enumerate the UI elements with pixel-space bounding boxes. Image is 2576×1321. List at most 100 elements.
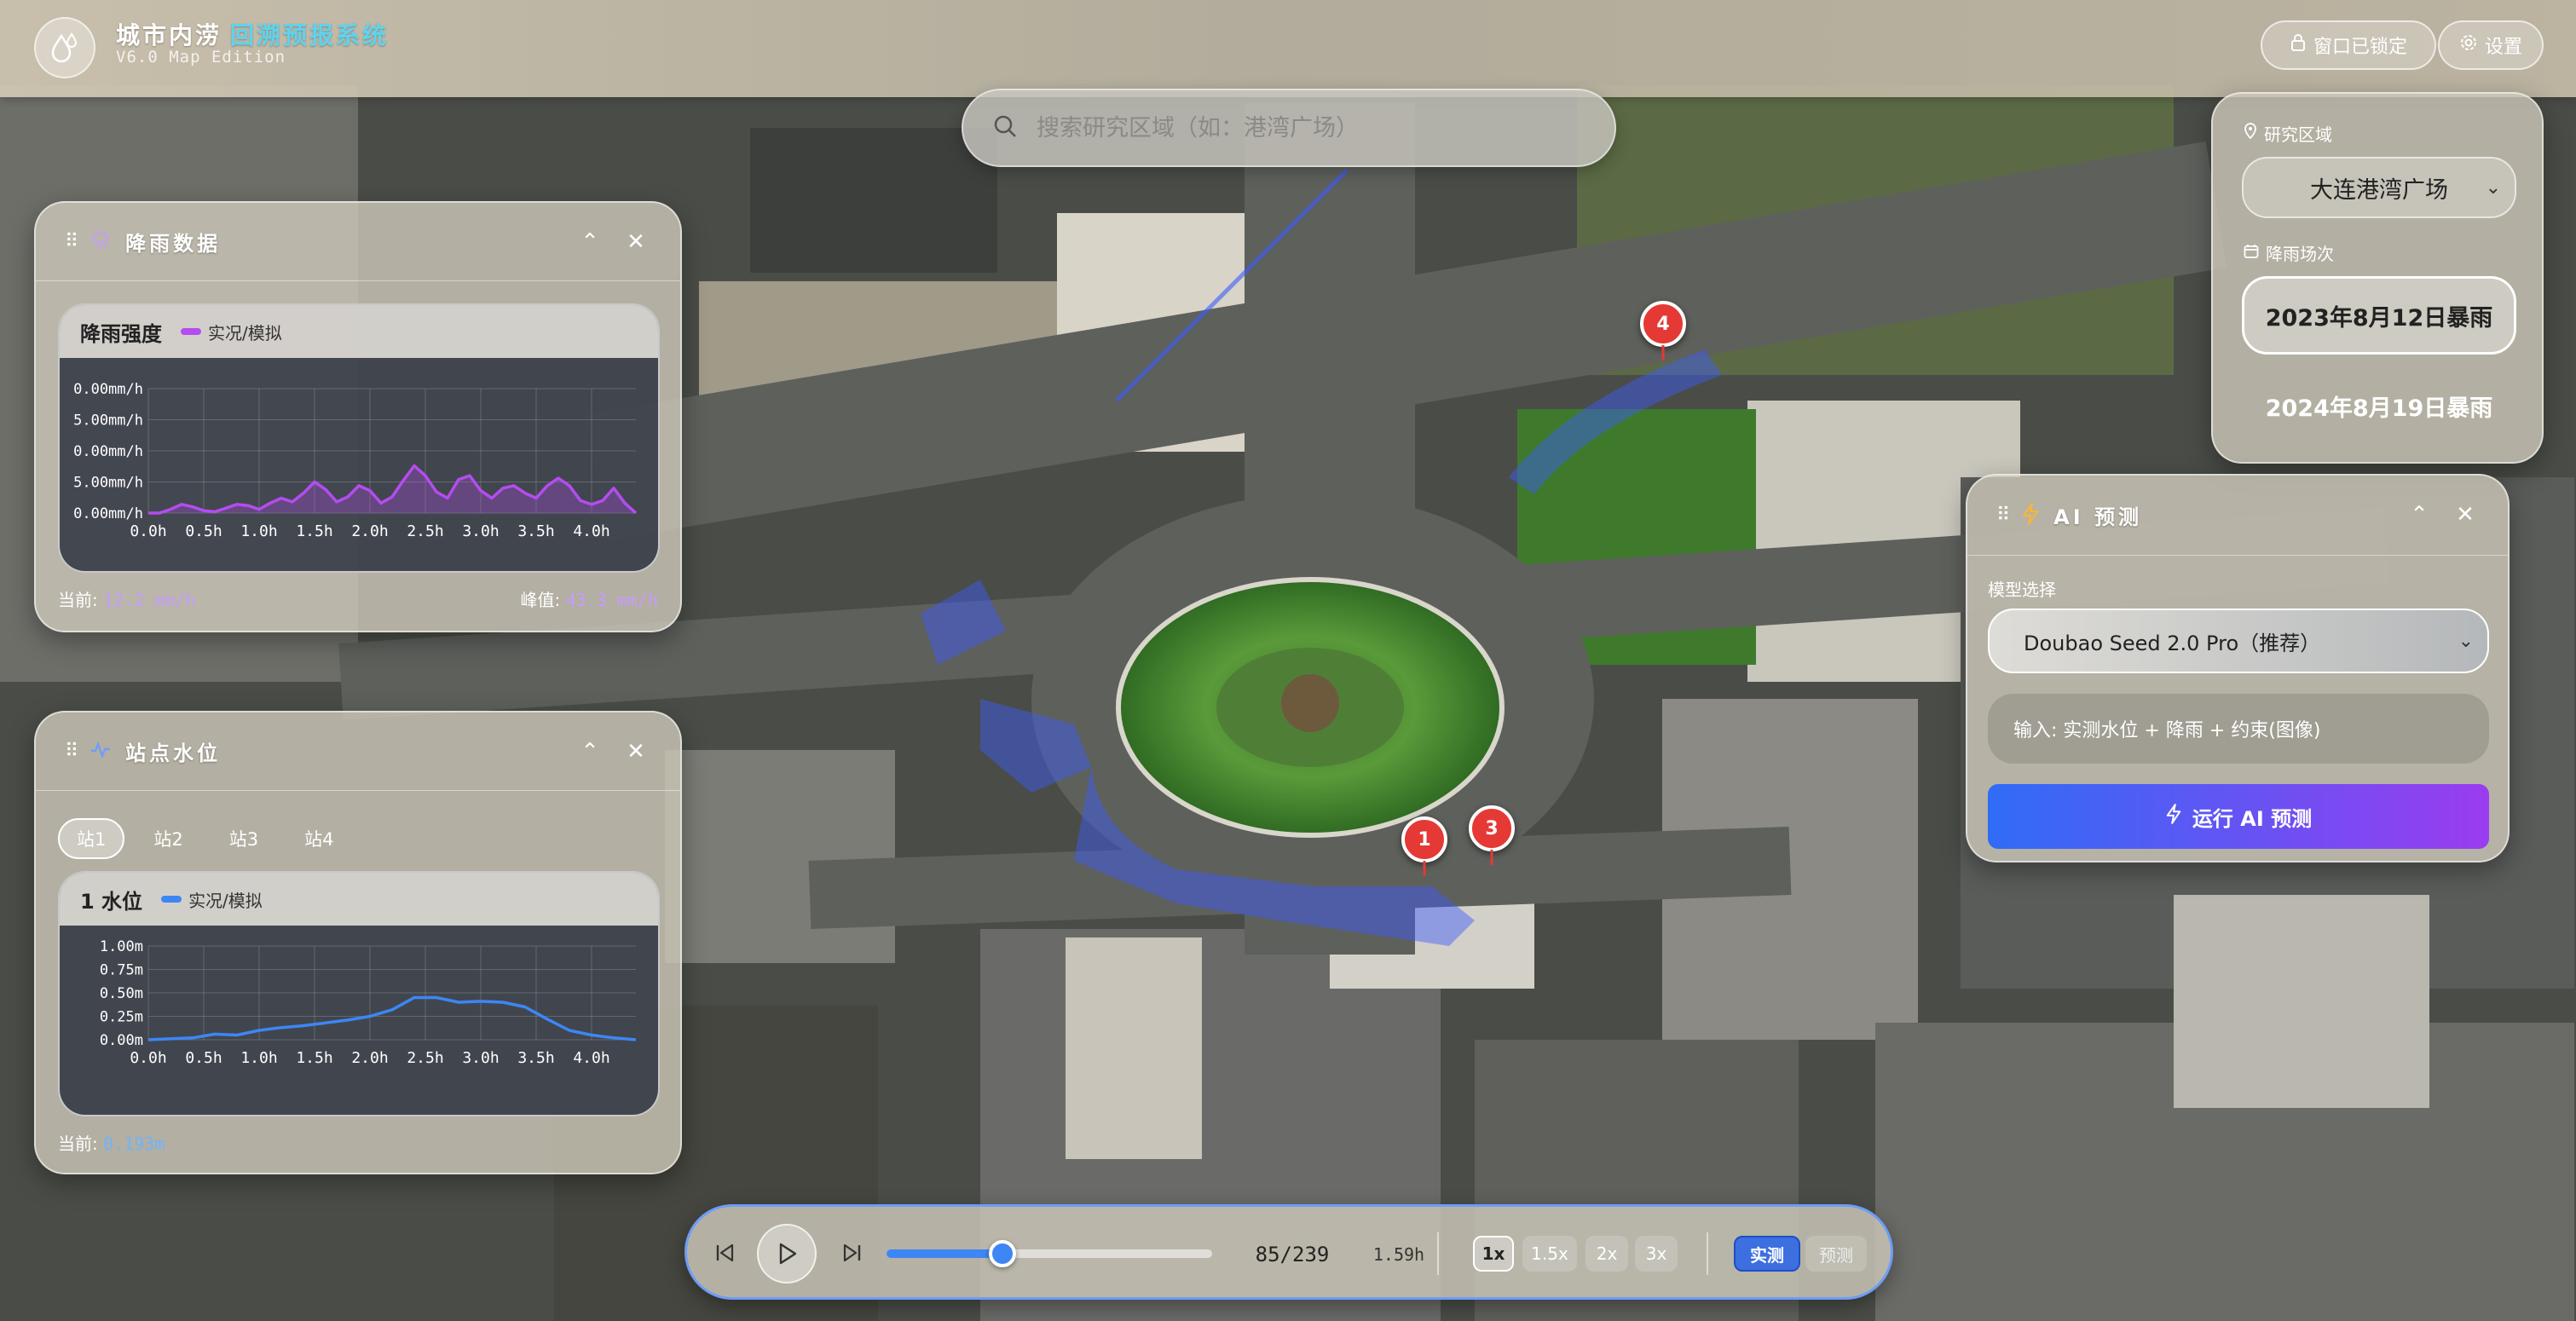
tab-station-1[interactable]: 站1 xyxy=(58,818,125,859)
region-event-panel: 研究区域 大连港湾广场 ⌄ 降雨场次 2023年8月12日暴雨 2024年8月1… xyxy=(2211,92,2544,464)
x-tick-label: 2.0h xyxy=(351,522,388,540)
model-input-description: 输入: 实测水位 + 降雨 + 约束(图像) xyxy=(1988,694,2489,764)
chevron-down-icon: ⌄ xyxy=(2485,176,2501,199)
rain-chart-title: 降雨强度 xyxy=(80,321,162,346)
drag-handle-icon[interactable]: ⠿ xyxy=(65,741,78,762)
series-area xyxy=(148,465,636,513)
station-panel-header[interactable]: ⠿ 站点水位 ⌃ ✕ xyxy=(36,712,680,791)
x-tick-label: 0.5h xyxy=(185,522,222,540)
water-current-readout: 当前: 0.193m xyxy=(58,1130,165,1155)
app-header: 城市内涝 回溯预报系统 V6.0 Map Edition 窗口已锁定 设置 xyxy=(0,0,2576,97)
drag-handle-icon[interactable]: ⠿ xyxy=(65,231,78,252)
y-tick-label: 0.00mm/h xyxy=(73,443,143,460)
rain-current-label: 当前: xyxy=(58,590,98,610)
speed-1.5x-button[interactable]: 1.5x xyxy=(1522,1236,1577,1272)
y-tick-label: 5.00mm/h xyxy=(73,412,143,430)
ai-panel-header[interactable]: ⠿ AI 预测 ⌃ ✕ xyxy=(1967,476,2508,556)
x-tick-label: 1.0h xyxy=(240,522,277,540)
y-tick-label: 0.00mm/h xyxy=(73,381,143,398)
rain-current-readout: 当前: 12.2 mm/h xyxy=(58,586,195,611)
station-marker[interactable]: 4 xyxy=(1640,301,1686,347)
speed-3x-button[interactable]: 3x xyxy=(1635,1236,1678,1272)
event-label: 降雨场次 xyxy=(2244,240,2334,265)
x-tick-label: 1.0h xyxy=(240,1049,277,1067)
play-button[interactable] xyxy=(757,1224,817,1284)
tab-station-3[interactable]: 站3 xyxy=(212,818,275,859)
location-pin-icon xyxy=(2244,123,2257,144)
water-level-chart: 1 水位 实况/模拟 1.00m 0.75m 0.50m 0.25m 0.00m 0.0h… xyxy=(58,871,660,1116)
x-tick-label: 3.0h xyxy=(462,1049,499,1067)
run-ai-prediction-button[interactable]: 运行 AI 预测 xyxy=(1988,784,2489,849)
model-select[interactable]: Doubao Seed 2.0 Pro（推荐） ⌄ xyxy=(1988,609,2489,673)
series-line xyxy=(147,995,637,1041)
y-tick-label: 5.00mm/h xyxy=(73,475,143,492)
app-title-accent: 回溯预报系统 xyxy=(230,21,390,49)
skip-forward-button[interactable] xyxy=(834,1234,871,1272)
divider xyxy=(1707,1232,1708,1275)
rain-chart: 降雨强度 实况/模拟 0.00mm/h 5.00mm/h 0.00mm/h 5.00m… xyxy=(58,303,660,573)
collapse-chevron-icon[interactable]: ⌃ xyxy=(573,735,607,769)
x-tick-label: 3.0h xyxy=(462,522,499,540)
progress-slider[interactable] xyxy=(887,1240,1212,1267)
region-label-text: 研究区域 xyxy=(2264,124,2332,145)
ai-panel-title: AI 预测 xyxy=(2053,505,2142,529)
y-tick-label: 0.00mm/h xyxy=(73,505,143,522)
mode-forecast-button[interactable]: 预测 xyxy=(1805,1236,1867,1272)
rain-chart-legend: 实况/模拟 xyxy=(181,320,282,344)
x-tick-label: 2.0h xyxy=(351,1049,388,1067)
speed-1x-button[interactable]: 1x xyxy=(1473,1236,1514,1272)
skip-back-button[interactable] xyxy=(706,1234,743,1272)
region-label: 研究区域 xyxy=(2244,121,2332,146)
x-tick-label: 3.5h xyxy=(517,1049,554,1067)
water-chart-legend: 实况/模拟 xyxy=(161,887,263,912)
water-drop-logo-icon xyxy=(34,17,95,78)
y-tick-label: 0.25m xyxy=(100,1009,143,1026)
mode-measured-button[interactable]: 实测 xyxy=(1734,1236,1800,1272)
collapse-chevron-icon[interactable]: ⌃ xyxy=(2402,498,2436,532)
rain-peak-value: 43.3 mm/h xyxy=(565,590,658,610)
close-icon[interactable]: ✕ xyxy=(619,225,653,259)
rainfall-panel-header[interactable]: ⠿ 降雨数据 ⌃ ✕ xyxy=(36,203,680,281)
collapse-chevron-icon[interactable]: ⌃ xyxy=(573,225,607,259)
y-tick-label: 0.75m xyxy=(100,962,143,979)
app-title: 城市内涝 回溯预报系统 xyxy=(116,17,389,51)
x-tick-label: 4.0h xyxy=(573,1049,609,1067)
window-lock-button[interactable]: 窗口已锁定 xyxy=(2261,20,2436,70)
close-icon[interactable]: ✕ xyxy=(2448,498,2482,532)
x-tick-label: 1.5h xyxy=(296,1049,332,1067)
speed-2x-button[interactable]: 2x xyxy=(1585,1236,1628,1272)
gear-icon xyxy=(2459,33,2478,57)
play-icon xyxy=(779,1243,797,1265)
search-input[interactable] xyxy=(1037,114,1591,141)
app-version: V6.0 Map Edition xyxy=(116,48,286,66)
x-tick-label: 2.5h xyxy=(407,522,443,540)
region-search-bar[interactable] xyxy=(962,89,1616,167)
region-select-value: 大连港湾广场 xyxy=(2310,176,2448,204)
water-current-label: 当前: xyxy=(58,1134,98,1154)
settings-button[interactable]: 设置 xyxy=(2438,20,2544,70)
drag-handle-icon[interactable]: ⠿ xyxy=(1996,505,2010,526)
playback-timeline: 85/239 1.59h 1x 1.5x 2x 3x 实测 预测 xyxy=(684,1204,1893,1300)
event-option[interactable]: 2024年8月19日暴雨 xyxy=(2242,366,2516,445)
pulse-wave-icon xyxy=(90,739,112,764)
progress-thumb[interactable] xyxy=(988,1240,1016,1267)
x-tick-label: 3.5h xyxy=(517,522,554,540)
window-lock-label: 窗口已锁定 xyxy=(2313,37,2407,58)
run-ai-prediction-label: 运行 AI 预测 xyxy=(2192,806,2313,831)
region-select[interactable]: 大连港湾广场 ⌄ xyxy=(2242,157,2516,218)
settings-label: 设置 xyxy=(2484,37,2522,58)
tab-station-2[interactable]: 站2 xyxy=(136,818,199,859)
event-option-selected[interactable]: 2023年8月12日暴雨 xyxy=(2242,276,2516,355)
station-marker[interactable]: 1 xyxy=(1401,816,1447,862)
tab-station-4[interactable]: 站4 xyxy=(287,818,350,859)
water-chart-title: 1 水位 xyxy=(80,889,143,914)
model-label: 模型选择 xyxy=(1988,580,2056,600)
skip-forward-icon xyxy=(843,1243,861,1262)
water-current-value: 0.193m xyxy=(103,1134,165,1154)
frame-counter: 85/239 xyxy=(1255,1243,1330,1266)
divider xyxy=(1437,1232,1439,1275)
station-marker[interactable]: 3 xyxy=(1469,805,1515,851)
y-tick-label: 0.00m xyxy=(100,1032,143,1049)
close-icon[interactable]: ✕ xyxy=(619,735,653,769)
calendar-icon xyxy=(2244,243,2259,263)
